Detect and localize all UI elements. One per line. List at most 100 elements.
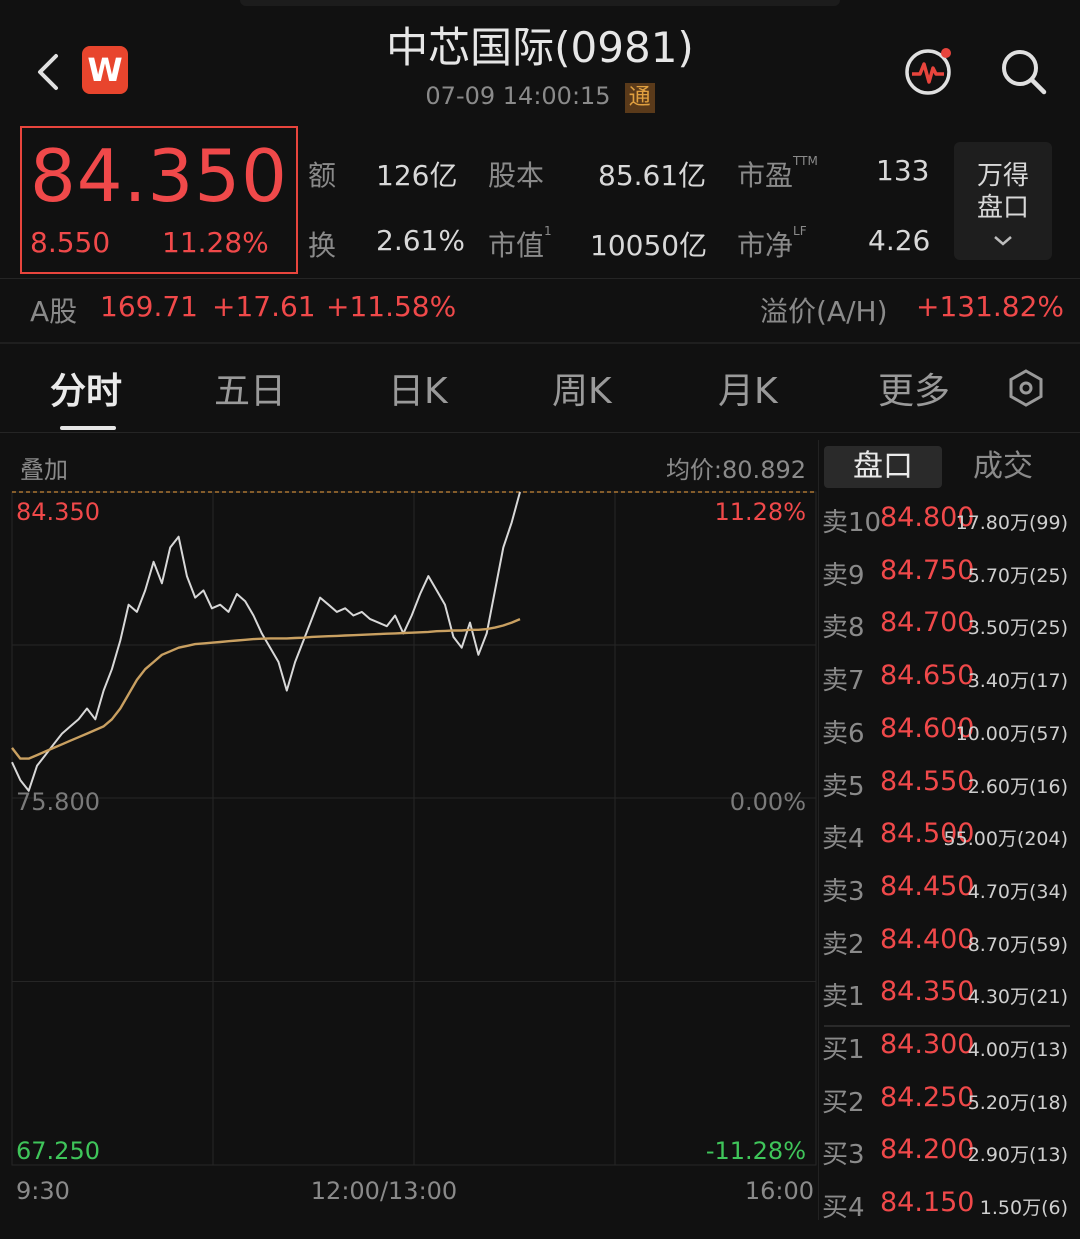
orderbook-volume: 1.50万(6) — [979, 1197, 1068, 1220]
y-label-prev-close: 75.800 — [16, 788, 100, 816]
tab-trades[interactable]: 成交 — [944, 446, 1062, 488]
active-tab-indicator — [60, 426, 116, 430]
stat-label-turnover-rate: 换 — [308, 229, 337, 262]
orderbook-side-label: 卖8 — [822, 613, 865, 644]
bid-row[interactable]: 买1 84.300 4.00万(13) — [820, 1029, 1076, 1081]
ask-row[interactable]: 卖3 84.450 4.70万(34) — [820, 871, 1076, 923]
ask-row[interactable]: 卖4 84.500 55.00万(204) — [820, 818, 1076, 870]
y-label-low-pct: -11.28% — [706, 1137, 806, 1165]
x-label-open: 9:30 — [16, 1177, 70, 1205]
ask-row[interactable]: 卖1 84.350 4.30万(21) — [820, 976, 1076, 1028]
tab-intraday[interactable]: 分时 — [50, 362, 122, 414]
price-change: 8.550 — [30, 226, 111, 259]
orderbook-side-label: 卖7 — [822, 666, 865, 697]
stat-value-turnover: 126亿 — [376, 159, 458, 192]
pb-label-text: 市净 — [737, 229, 794, 262]
bid-row[interactable]: 买3 84.200 2.90万(13) — [820, 1134, 1076, 1186]
orderbook-volume: 17.80万(99) — [955, 512, 1068, 534]
orderbook-volume: 3.40万(17) — [967, 670, 1068, 693]
a-share-change-pct: +11.58% — [326, 290, 457, 323]
ask-row[interactable]: 卖6 84.600 10.00万(57) — [820, 713, 1076, 765]
chart-settings-button[interactable] — [1006, 368, 1046, 408]
price-line — [11, 491, 521, 792]
divider — [0, 342, 1080, 344]
panel-divider — [818, 440, 819, 1220]
y-label-zero-pct: 0.00% — [730, 788, 806, 816]
chart-labels: 84.350 75.800 67.250 11.28% 0.00% -11.28% 9:30… — [16, 498, 814, 1205]
y-label-low: 67.250 — [16, 1137, 100, 1165]
wande-orderbook-button[interactable]: 万得 盘口 — [954, 142, 1052, 260]
premium-label: 溢价(A/H) — [760, 295, 888, 328]
orderbook-price: 84.400 — [880, 923, 975, 955]
orderbook-side-label: 卖5 — [822, 771, 865, 802]
stat-value-pe: 133 — [876, 154, 930, 187]
orderbook-volume: 8.70万(59) — [967, 933, 1068, 956]
orderbook-volume: 4.00万(13) — [967, 1039, 1068, 1061]
ask-row[interactable]: 卖8 84.700 3.50万(25) — [820, 607, 1076, 659]
orderbook-volume: 5.20万(18) — [967, 1091, 1068, 1114]
divider — [0, 278, 1080, 279]
a-share-label: A股 — [30, 295, 78, 328]
orderbook-side-label: 卖10 — [822, 508, 882, 538]
orderbook-volume: 2.90万(13) — [967, 1144, 1068, 1167]
search-button[interactable] — [998, 46, 1050, 98]
bid-row[interactable]: 买4 84.150 1.50万(6) — [820, 1187, 1076, 1239]
orderbook-volume: 4.30万(21) — [967, 986, 1068, 1009]
x-label-midday: 12:00/13:00 — [311, 1177, 457, 1205]
wande-line2: 盘口 — [976, 193, 1029, 223]
orderbook-side-label: 卖2 — [822, 929, 865, 960]
tab-daily-k[interactable]: 日K — [388, 362, 448, 414]
orderbook-volume: 4.70万(34) — [967, 880, 1068, 903]
chart-grid — [11, 491, 817, 1166]
bid-row[interactable]: 买2 84.250 5.20万(18) — [820, 1082, 1076, 1134]
y-label-high-pct: 11.28% — [714, 498, 806, 526]
orderbook-side-label: 卖1 — [822, 982, 865, 1013]
orderbook-price: 84.350 — [880, 976, 975, 1008]
orderbook-side-label: 买1 — [822, 1035, 865, 1065]
status-notch — [240, 0, 840, 6]
orderbook-volume: 10.00万(57) — [955, 722, 1068, 745]
stat-value-turnover-rate: 2.61% — [376, 224, 465, 257]
settings-hexagon-icon — [1009, 369, 1043, 407]
stat-value-mktcap: 10050亿 — [590, 229, 708, 262]
stat-label-pb: 市净LF — [737, 224, 807, 264]
pb-superscript: LF — [793, 224, 807, 238]
stat-value-shares: 85.61亿 — [598, 159, 707, 192]
last-price: 84.350 — [30, 134, 288, 218]
orderbook-side-label: 卖3 — [822, 876, 865, 907]
stat-label-turnover: 额 — [308, 159, 337, 192]
chart-lines — [11, 491, 521, 792]
tab-more[interactable]: 更多 — [878, 362, 950, 414]
tab-monthly-k[interactable]: 月K — [718, 362, 778, 414]
stat-label-pe: 市盈TTM — [737, 154, 818, 194]
orderbook-side-label: 卖6 — [822, 718, 865, 749]
ask-row[interactable]: 卖10 84.800 17.80万(99) — [820, 502, 1076, 554]
ask-row[interactable]: 卖9 84.750 5.70万(25) — [820, 555, 1076, 607]
ask-row[interactable]: 卖2 84.400 8.70万(59) — [820, 924, 1076, 976]
connect-badge: 通 — [624, 83, 655, 113]
orderbook-volume: 2.60万(16) — [967, 775, 1068, 798]
orderbook-price: 84.250 — [880, 1081, 975, 1113]
tab-orderbook[interactable]: 盘口 — [824, 446, 942, 488]
tab-five-day[interactable]: 五日 — [214, 362, 286, 414]
a-share-change: +17.61 — [212, 290, 316, 323]
orderbook-volume: 3.50万(25) — [967, 617, 1068, 640]
orderbook-side-label: 卖9 — [822, 560, 865, 591]
stock-pulse-button[interactable] — [902, 44, 956, 98]
mktcap-label-text: 市值 — [488, 229, 545, 262]
orderbook-volume: 5.70万(25) — [967, 564, 1068, 587]
pe-superscript: TTM — [793, 154, 818, 168]
y-label-high: 84.350 — [16, 498, 100, 526]
ask-row[interactable]: 卖7 84.650 3.40万(17) — [820, 660, 1076, 712]
ask-bid-divider — [824, 1025, 1070, 1027]
wande-line1: 万得 — [976, 161, 1029, 191]
intraday-chart[interactable]: 84.350 75.800 67.250 11.28% 0.00% -11.28% 9:30… — [0, 480, 820, 1220]
stat-value-pb: 4.26 — [868, 224, 931, 257]
orderbook-volume: 55.00万(204) — [943, 828, 1068, 851]
orderbook-side-label: 买4 — [822, 1193, 865, 1224]
orderbook-price: 84.450 — [880, 870, 975, 902]
search-icon — [1002, 50, 1047, 95]
tab-weekly-k[interactable]: 周K — [552, 362, 612, 414]
chevron-down-icon — [994, 236, 1012, 246]
ask-row[interactable]: 卖5 84.550 2.60万(16) — [820, 766, 1076, 818]
